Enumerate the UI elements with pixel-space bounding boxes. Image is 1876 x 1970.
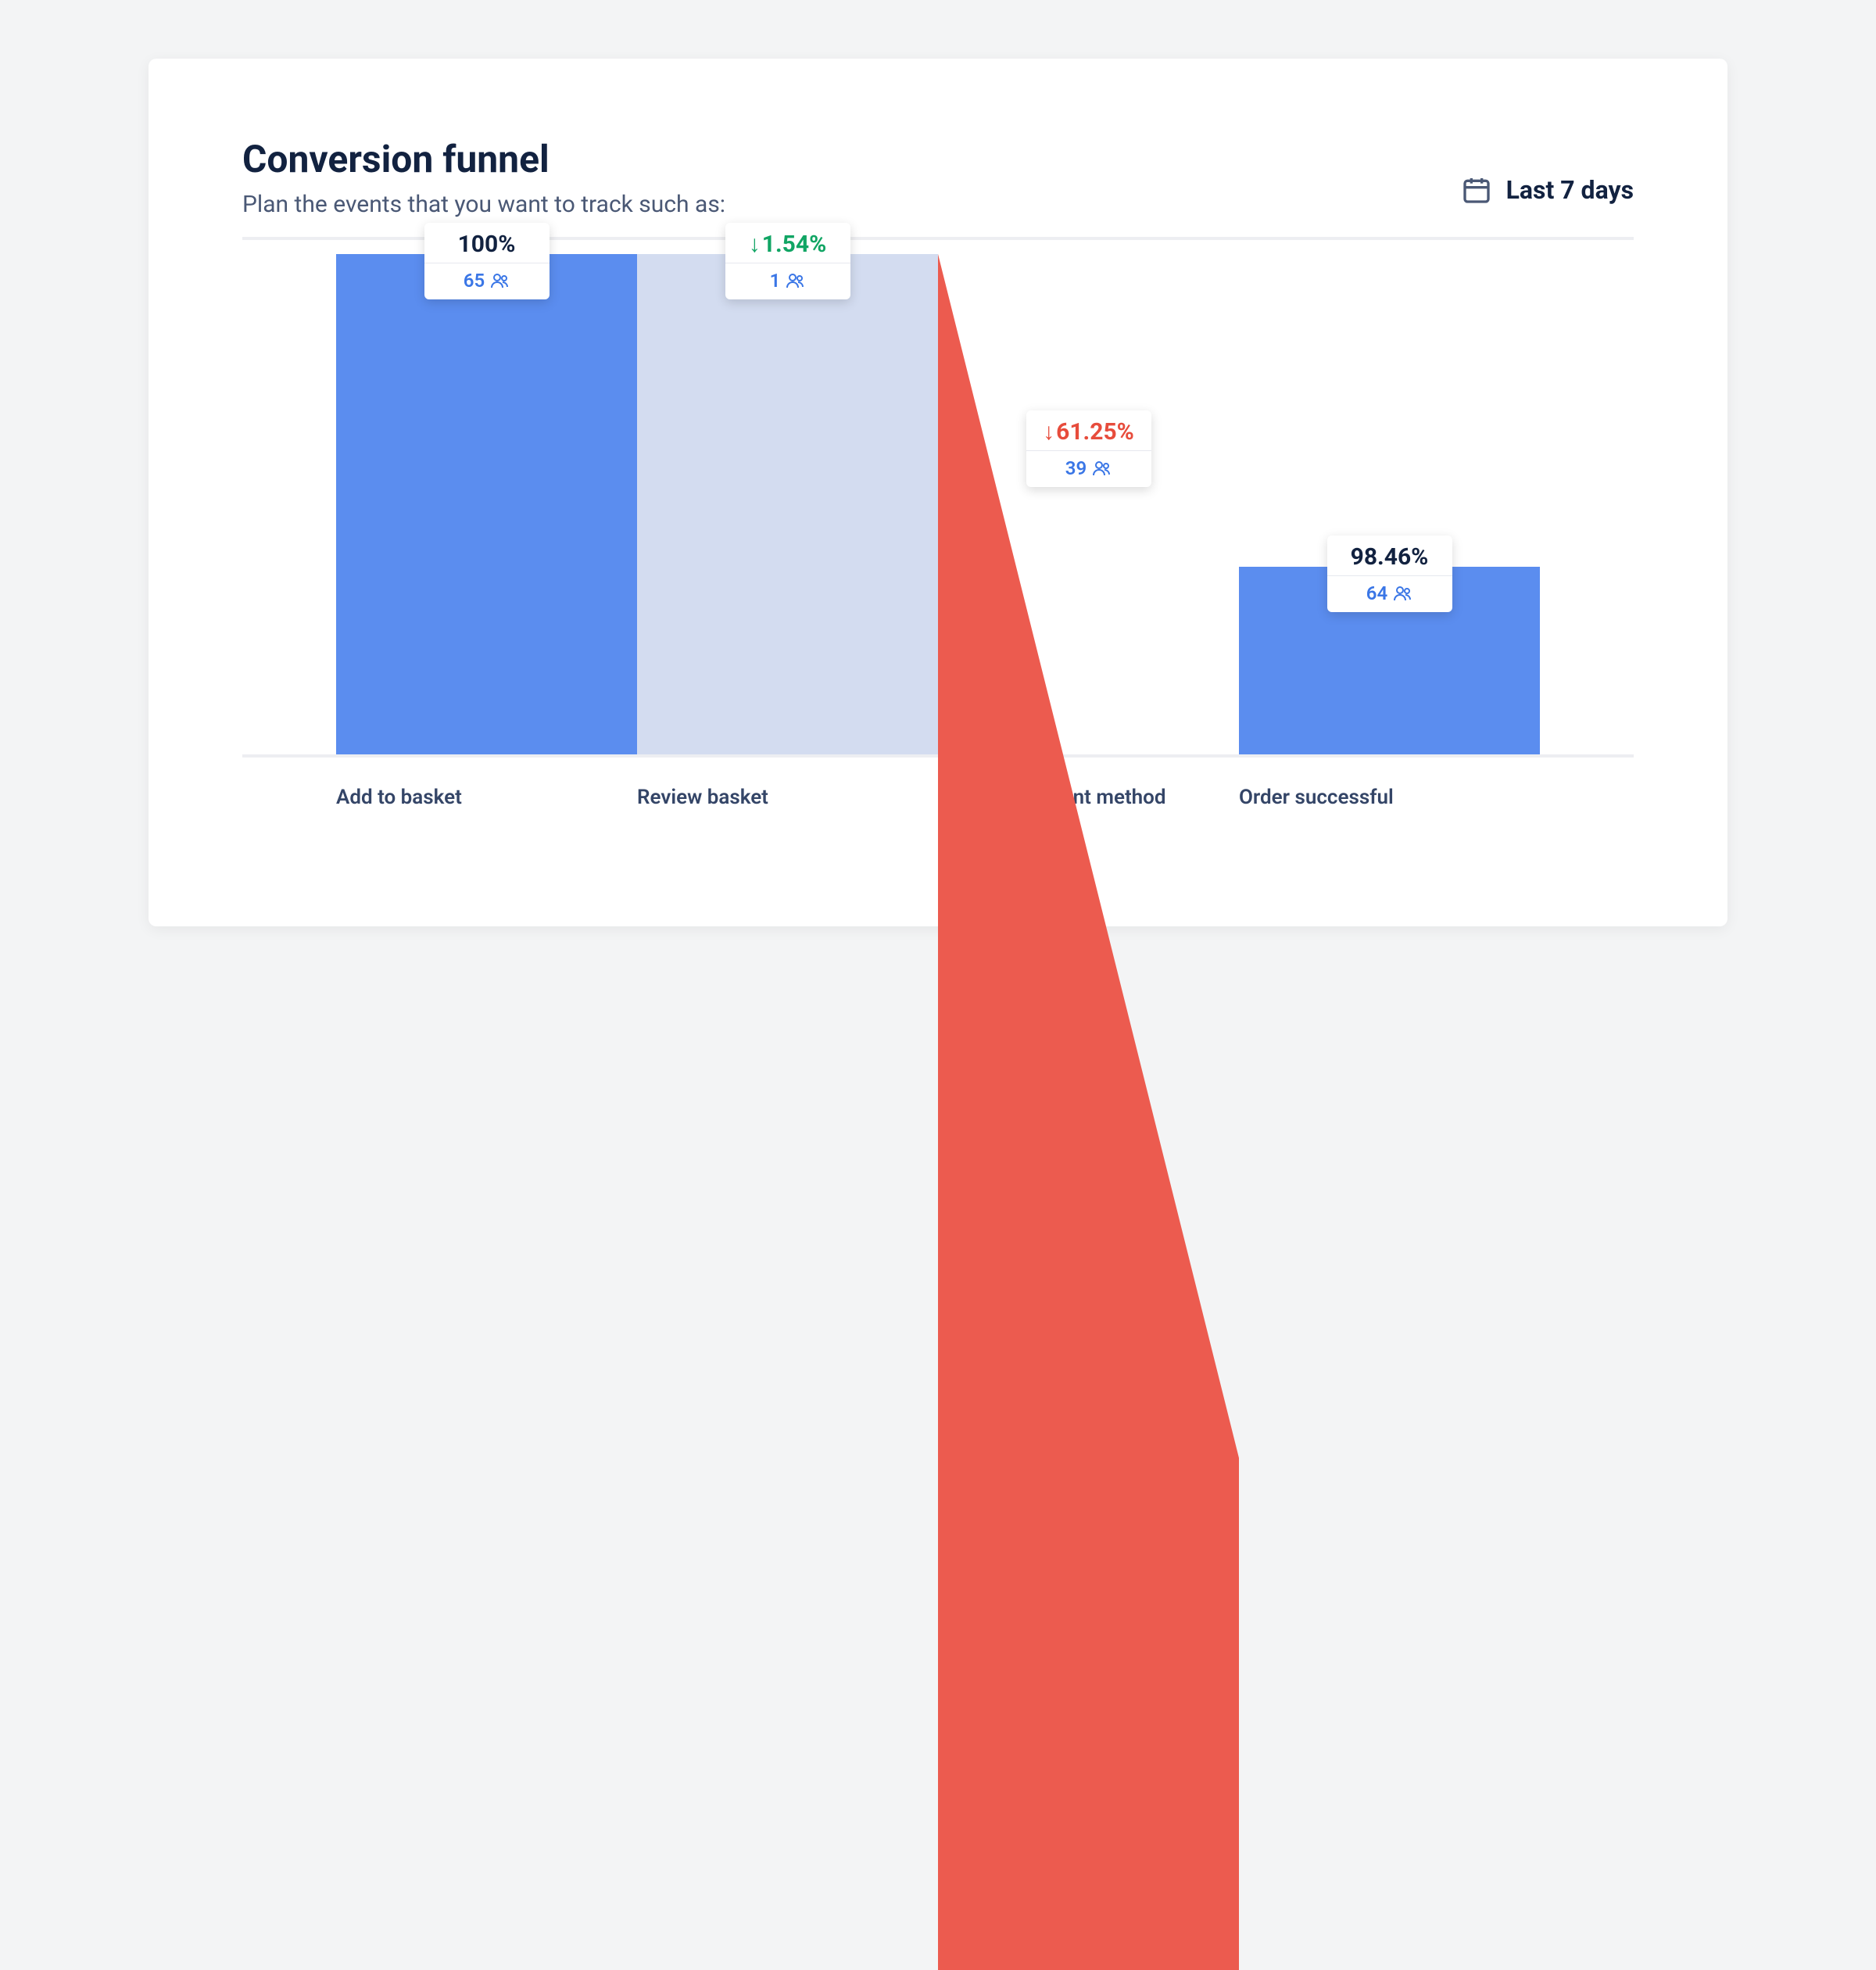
stage-pct-value: 1.54%	[762, 231, 827, 258]
card-header: Conversion funnel Plan the events that y…	[242, 137, 1634, 218]
funnel-stage: ↓1.54%1	[637, 254, 938, 754]
titles: Conversion funnel Plan the events that y…	[242, 137, 725, 218]
calendar-icon	[1461, 174, 1492, 206]
users-icon	[1093, 460, 1112, 476]
stage-tooltip: ↓1.54% 1	[725, 223, 850, 299]
card-subtitle: Plan the events that you want to track s…	[242, 191, 725, 218]
stage-tooltip: 98.46% 64	[1327, 535, 1452, 612]
stage-users-row: 1	[725, 263, 850, 299]
stage-pct: ↓61.25%	[1026, 410, 1151, 450]
stage-pct-value: 100%	[458, 231, 516, 258]
stage-label: Review basket	[637, 786, 938, 809]
users-icon	[1394, 586, 1412, 601]
card-title: Conversion funnel	[242, 137, 725, 181]
date-range-picker[interactable]: Last 7 days	[1461, 174, 1634, 206]
funnel-stage: 100%65	[336, 254, 637, 754]
arrow-down-icon: ↓	[1043, 418, 1054, 446]
stage-label: Add to basket	[336, 786, 637, 809]
funnel-chart: 100%65 ↓1.54%1 ↓61.25% 39 98.46% 64	[242, 254, 1634, 754]
stage-pct: 100%	[424, 223, 550, 263]
stage-tooltip: 100% 65	[424, 223, 550, 299]
stage-users-count: 39	[1065, 457, 1087, 479]
funnel-stage: ↓61.25% 39	[938, 254, 1239, 754]
users-icon	[786, 273, 805, 288]
users-icon	[491, 273, 510, 288]
stage-users-count: 65	[464, 270, 485, 292]
stage-tooltip: ↓61.25% 39	[1026, 410, 1151, 487]
stage-users-row: 39	[1026, 451, 1151, 487]
stage-pct: ↓1.54%	[725, 223, 850, 263]
stage-users-row: 64	[1327, 576, 1452, 612]
stage-users-row: 65	[424, 263, 550, 299]
funnel-bar	[336, 254, 637, 754]
stage-users-count: 1	[770, 270, 781, 292]
conversion-funnel-card: Conversion funnel Plan the events that y…	[149, 59, 1727, 926]
funnel-bar	[637, 254, 938, 754]
stage-pct-value: 61.25%	[1056, 418, 1134, 446]
stage-pct: 98.46%	[1327, 535, 1452, 575]
arrow-down-icon: ↓	[749, 231, 761, 258]
stage-label: Order successful	[1239, 786, 1540, 809]
stage-pct-value: 98.46%	[1351, 543, 1429, 571]
funnel-stage: 98.46% 64	[1239, 254, 1540, 754]
drop-slope	[938, 254, 1239, 1970]
date-range-label: Last 7 days	[1506, 175, 1634, 205]
stage-users-count: 64	[1366, 582, 1387, 604]
